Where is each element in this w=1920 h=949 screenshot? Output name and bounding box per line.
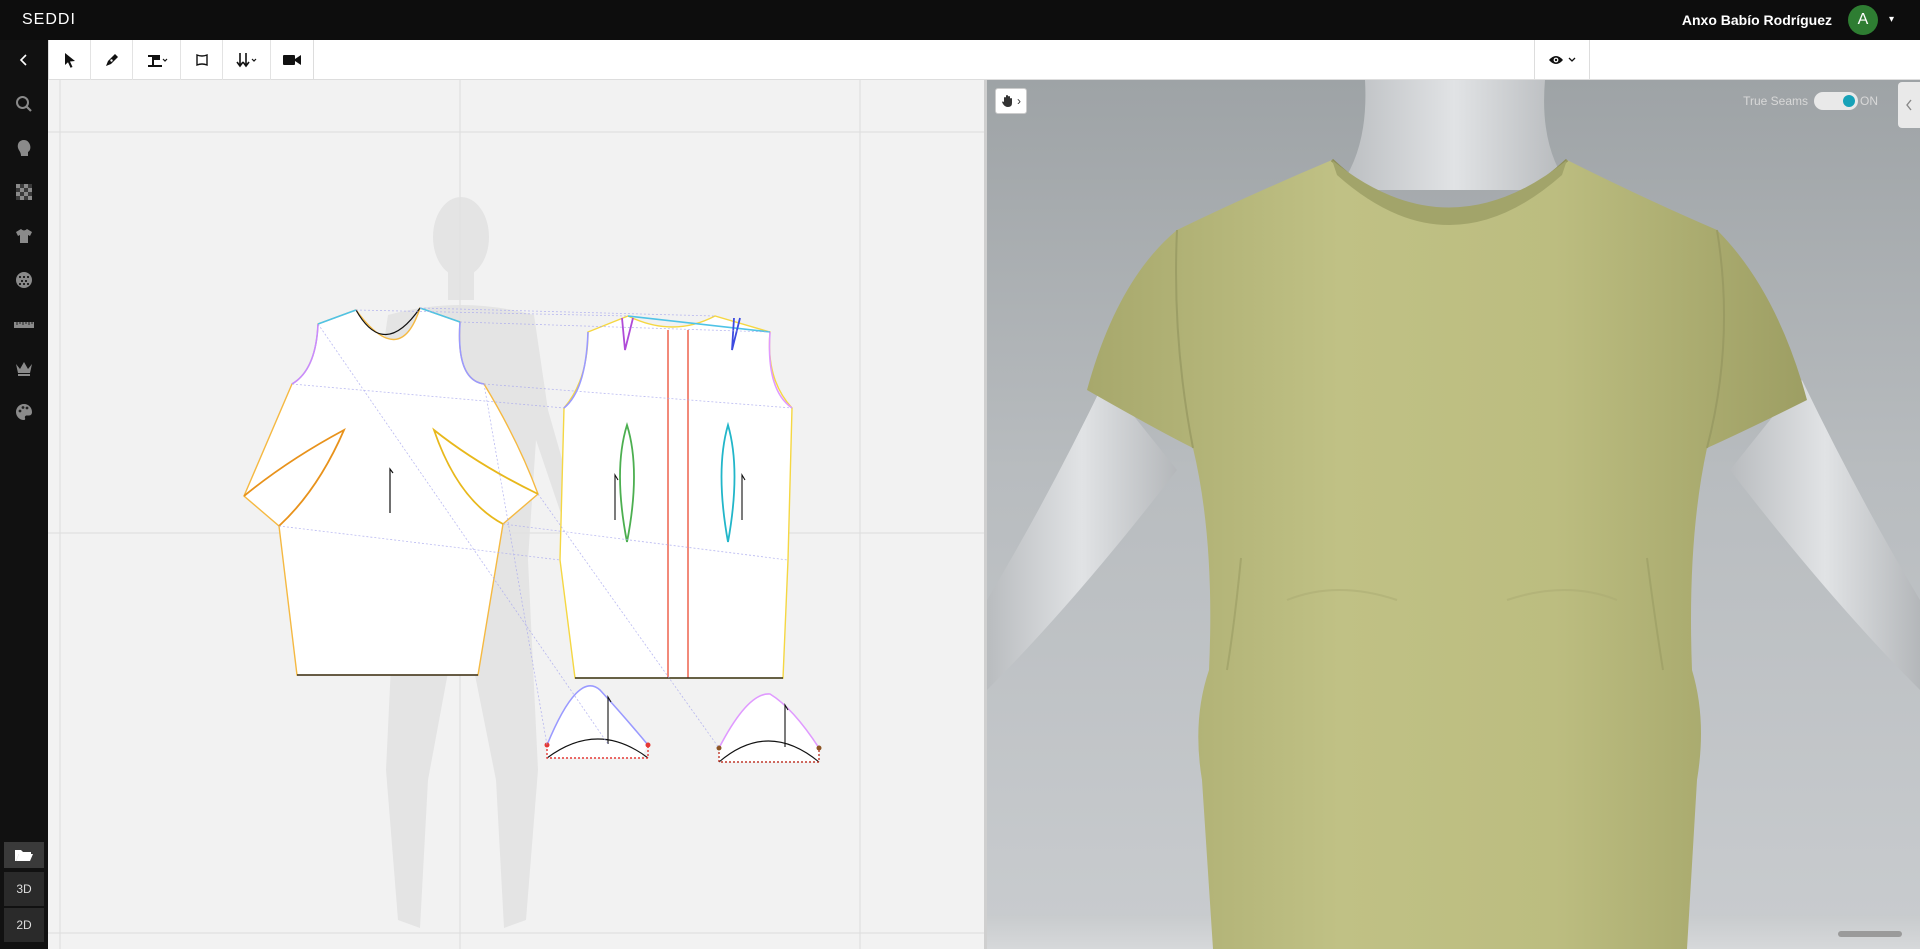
search-icon bbox=[16, 96, 32, 112]
left-sidebar: 3D 2D bbox=[0, 80, 48, 949]
search-button[interactable] bbox=[12, 92, 36, 116]
left-sleeve-piece[interactable] bbox=[544, 685, 651, 759]
camera-icon bbox=[283, 55, 301, 65]
mode-2d-button[interactable]: 2D bbox=[4, 908, 44, 942]
view-options-button[interactable] bbox=[1534, 40, 1590, 80]
chevron-down-icon bbox=[1568, 57, 1576, 62]
user-name[interactable]: Anxo Babío Rodríguez bbox=[1682, 12, 1832, 28]
pen-tool-button[interactable] bbox=[91, 40, 133, 80]
mannequin-right-arm bbox=[1730, 380, 1920, 690]
fabric-pattern-icon bbox=[16, 184, 32, 200]
true-seams-toggle[interactable] bbox=[1814, 92, 1858, 110]
garment-icon bbox=[16, 229, 32, 243]
mannequin-left-arm bbox=[987, 380, 1177, 690]
chevron-down-icon[interactable]: ▾ bbox=[1889, 14, 1894, 25]
select-tool-button[interactable] bbox=[49, 40, 91, 80]
pattern-piece-icon bbox=[195, 53, 208, 67]
back-pattern-piece[interactable] bbox=[559, 315, 793, 679]
mannequin-neck bbox=[1337, 80, 1572, 190]
camera-button[interactable] bbox=[271, 40, 313, 80]
crown-icon bbox=[16, 362, 32, 376]
toggle-knob bbox=[1843, 95, 1855, 107]
viewport-scroll-handle[interactable] bbox=[1838, 931, 1902, 937]
sewing-tool-button[interactable] bbox=[133, 40, 181, 80]
top-bar: SEDDI Anxo Babío Rodríguez A ▾ bbox=[0, 0, 1920, 40]
eye-icon bbox=[1549, 56, 1563, 64]
garment-3d-render bbox=[987, 80, 1920, 949]
color-tool-button[interactable] bbox=[12, 400, 36, 424]
chevron-left-icon bbox=[19, 54, 27, 66]
true-seams-state: ON bbox=[1860, 94, 1878, 108]
garment-body bbox=[1087, 160, 1807, 949]
avatar[interactable]: A bbox=[1848, 5, 1878, 35]
material-tool-button[interactable] bbox=[12, 268, 36, 292]
arrange-tool-button[interactable] bbox=[223, 40, 271, 80]
tool-group bbox=[48, 40, 314, 80]
right-sleeve-piece[interactable] bbox=[716, 693, 822, 763]
arrange-icon bbox=[235, 53, 256, 68]
expand-panel-button[interactable] bbox=[1898, 82, 1920, 128]
measure-tool-button[interactable] bbox=[12, 312, 36, 336]
pen-icon bbox=[105, 54, 118, 66]
palette-icon bbox=[16, 404, 32, 420]
hand-tool-button[interactable]: › bbox=[995, 88, 1027, 114]
material-ball-icon bbox=[16, 272, 32, 288]
chevron-left-icon bbox=[1906, 99, 1912, 111]
garment-tool-button[interactable] bbox=[12, 224, 36, 248]
fabric-tool-button[interactable] bbox=[12, 180, 36, 204]
mode-3d-button[interactable]: 3D bbox=[4, 872, 44, 906]
toolbar bbox=[0, 40, 1920, 80]
select-arrow-icon bbox=[64, 53, 75, 68]
viewport-3d[interactable]: › True Seams ON bbox=[987, 80, 1920, 949]
true-seams-label: True Seams bbox=[1743, 94, 1808, 108]
collapse-sidebar-button[interactable] bbox=[0, 40, 48, 80]
pattern-piece-button[interactable] bbox=[181, 40, 223, 80]
app-logo[interactable]: SEDDI bbox=[22, 11, 76, 29]
hand-icon bbox=[1002, 95, 1012, 107]
open-file-button[interactable] bbox=[4, 842, 44, 868]
premium-tool-button[interactable] bbox=[12, 356, 36, 380]
avatar-head-icon bbox=[17, 140, 31, 156]
pattern-canvas-2d[interactable] bbox=[48, 80, 984, 949]
avatar-tool-button[interactable] bbox=[12, 136, 36, 160]
chevron-right-icon: › bbox=[1017, 94, 1021, 108]
folder-open-icon bbox=[15, 850, 33, 861]
pattern-drawing[interactable] bbox=[48, 80, 984, 949]
sewing-machine-icon bbox=[147, 55, 167, 67]
ruler-icon bbox=[14, 322, 34, 328]
